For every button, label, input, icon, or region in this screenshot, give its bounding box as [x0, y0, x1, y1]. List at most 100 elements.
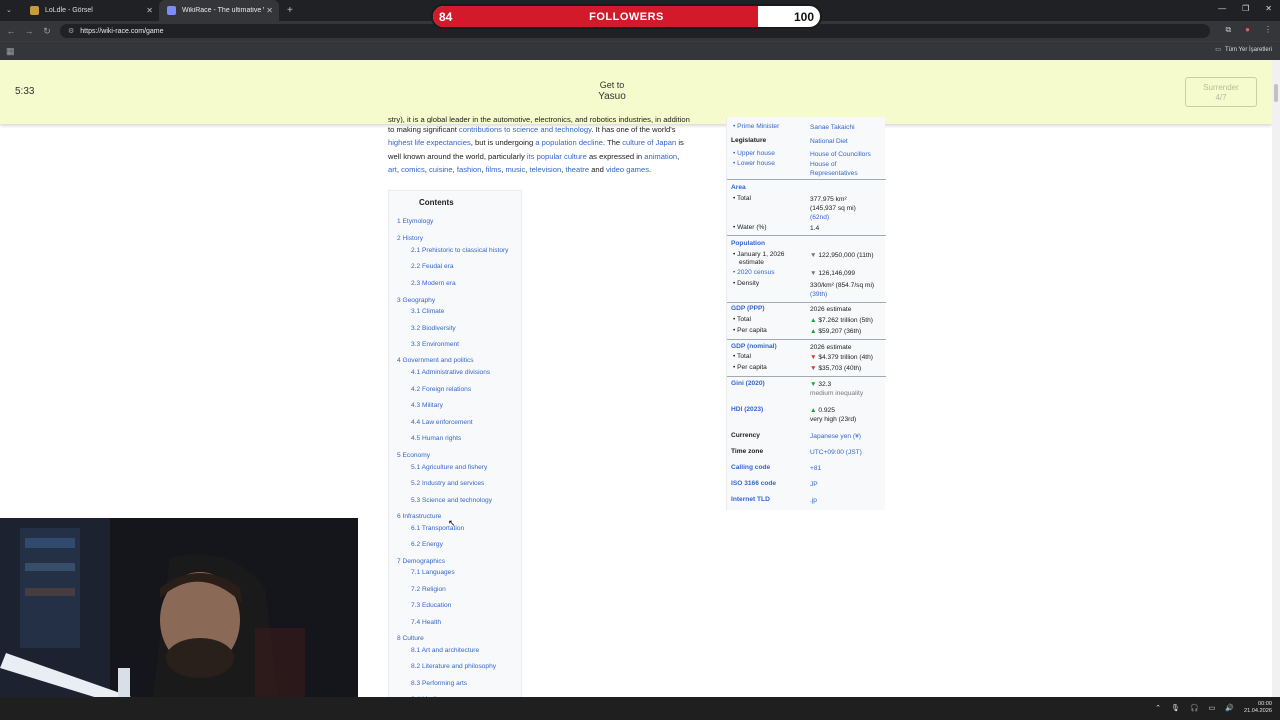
infobox-iso-value[interactable]: JP: [810, 480, 886, 489]
link-population-decline[interactable]: a population decline: [535, 138, 603, 147]
infobox-pm-value[interactable]: Sanae Takaichi: [810, 123, 886, 132]
infobox-population-heading[interactable]: Population: [731, 240, 765, 247]
toc-item[interactable]: 2 History: [397, 235, 423, 242]
infobox-upper-value[interactable]: House of Councillors: [810, 150, 886, 159]
infobox-census-label[interactable]: • 2020 census: [733, 269, 775, 276]
toc-item[interactable]: 4.5 Human rights: [411, 435, 461, 442]
infobox-area-heading[interactable]: Area: [731, 184, 746, 191]
article-link[interactable]: films: [486, 165, 502, 174]
infobox-calling-label[interactable]: Calling code: [731, 464, 770, 471]
toc-item[interactable]: 6 Infrastructure: [397, 513, 441, 520]
toc-item[interactable]: 4.4 Law enforcement: [411, 419, 473, 426]
infobox-hdi-label[interactable]: HDI (2023): [731, 406, 763, 413]
infobox-tld-label[interactable]: Internet TLD: [731, 496, 770, 503]
toc-item[interactable]: 5.2 Industry and services: [411, 480, 484, 487]
link-culture-of-japan[interactable]: culture of Japan: [622, 138, 676, 147]
article-link[interactable]: cuisine: [429, 165, 453, 174]
infobox-currency-value[interactable]: Japanese yen (¥): [810, 432, 886, 441]
article-link[interactable]: art: [388, 165, 397, 174]
infobox-gdp-nom-heading[interactable]: GDP (nominal): [731, 343, 777, 350]
article-line: well known around the world, particularl…: [388, 150, 718, 163]
back-icon[interactable]: ←: [2, 26, 20, 36]
infobox-calling-value[interactable]: +81: [810, 464, 886, 473]
close-window-icon[interactable]: ✕: [1265, 4, 1272, 13]
toc-item[interactable]: 7.3 Education: [411, 602, 451, 609]
toc-item[interactable]: 4.3 Military: [411, 402, 443, 409]
infobox-gdp-ppp-heading[interactable]: GDP (PPP): [731, 305, 765, 312]
toc-item[interactable]: 7.4 Health: [411, 619, 441, 626]
scrollbar-thumb[interactable]: [1274, 84, 1278, 102]
toc-item[interactable]: 5 Economy: [397, 452, 430, 459]
toc-item[interactable]: 4.1 Administrative divisions: [411, 369, 490, 376]
headset-icon[interactable]: 🎧: [1190, 704, 1199, 712]
infobox-tld-value[interactable]: .jp: [810, 496, 886, 505]
article-link[interactable]: video games: [606, 165, 649, 174]
article-link[interactable]: television: [530, 165, 562, 174]
link-popular-culture[interactable]: its popular culture: [527, 152, 587, 161]
article-link[interactable]: theatre: [565, 165, 589, 174]
link-contributions-science[interactable]: contributions to science and technology: [459, 125, 591, 134]
article-link[interactable]: fashion: [457, 165, 482, 174]
close-tab-icon[interactable]: ✕: [266, 6, 273, 15]
toc-item[interactable]: 1 Etymology: [397, 218, 433, 225]
article-text: .: [649, 165, 652, 175]
minimize-icon[interactable]: —: [1218, 4, 1226, 13]
infobox-tz-value[interactable]: UTC+09:00 (JST): [810, 448, 886, 457]
taskbar-clock[interactable]: 00:00 21.04.2026: [1244, 701, 1272, 715]
tab-wikirace[interactable]: WikiRace - The ultimative Wiki ✕: [159, 0, 279, 21]
toc-item[interactable]: 4.2 Foreign relations: [411, 386, 471, 393]
maximize-icon[interactable]: ❐: [1242, 4, 1249, 13]
surrender-button[interactable]: Surrender 4/7: [1185, 77, 1257, 107]
profile-icon[interactable]: ●: [1245, 25, 1250, 35]
tray-chevron-icon[interactable]: ⌃: [1155, 704, 1161, 712]
article-link[interactable]: music: [505, 165, 525, 174]
toc-item[interactable]: 4 Government and politics: [397, 357, 474, 364]
network-icon[interactable]: ▭: [1209, 704, 1216, 712]
toc-item[interactable]: 8.2 Literature and philosophy: [411, 663, 496, 670]
toc-item[interactable]: 8.1 Art and architecture: [411, 647, 479, 654]
tab-search-icon[interactable]: ⌄: [6, 6, 12, 14]
infobox-legislature-value[interactable]: National Diet: [810, 137, 886, 146]
toc-item[interactable]: 8.3 Performing arts: [411, 680, 467, 687]
toc-item[interactable]: 2.3 Modern era: [411, 280, 456, 287]
toc-item[interactable]: 2.1 Prehistoric to classical history: [411, 247, 508, 254]
toc-item[interactable]: 7.1 Languages: [411, 569, 455, 576]
infobox-pm-label[interactable]: • Prime Minister: [733, 123, 779, 130]
close-tab-icon[interactable]: ✕: [146, 6, 153, 15]
toc-item[interactable]: 5.1 Agriculture and fishery: [411, 464, 487, 471]
toc-item[interactable]: 3.1 Climate: [411, 308, 444, 315]
toc-item[interactable]: 6.1 Transportation: [411, 525, 464, 532]
toc-item[interactable]: 7 Demographics: [397, 558, 445, 565]
infobox-upper-label[interactable]: • Upper house: [733, 150, 775, 157]
site-info-icon[interactable]: ⚙: [68, 27, 74, 35]
article-link[interactable]: comics: [401, 165, 425, 174]
toc-item[interactable]: 2.2 Feudal era: [411, 263, 454, 270]
infobox-iso-label[interactable]: ISO 3166 code: [731, 480, 776, 487]
infobox-density-rank[interactable]: (39th): [810, 290, 886, 299]
reload-icon[interactable]: ↻: [38, 26, 56, 37]
link-animation[interactable]: animation: [644, 152, 677, 161]
toc-item[interactable]: 6.2 Energy: [411, 541, 443, 548]
forward-icon[interactable]: →: [20, 26, 38, 36]
volume-icon[interactable]: 🔊: [1225, 704, 1234, 712]
link-life-expectancy[interactable]: highest life expectancies: [388, 138, 471, 147]
toc-item[interactable]: 3 Geography: [397, 297, 435, 304]
tab-loldle[interactable]: LoLdle - Görsel ✕: [22, 0, 159, 21]
infobox-lower-value[interactable]: House of Representatives: [810, 160, 874, 178]
new-tab-icon[interactable]: +: [287, 5, 293, 16]
toc-item[interactable]: 3.2 Biodiversity: [411, 325, 456, 332]
infobox-gini-label[interactable]: Gini (2020): [731, 380, 765, 387]
microphone-icon[interactable]: 🎙: [1171, 704, 1180, 712]
all-bookmarks[interactable]: ▭ Tüm Yer İşaretleri: [1215, 46, 1272, 54]
infobox-lower-label[interactable]: • Lower house: [733, 160, 775, 167]
toc-item[interactable]: 3.3 Environment: [411, 341, 459, 348]
page-scrollbar[interactable]: [1272, 60, 1280, 697]
apps-icon[interactable]: ▦: [6, 46, 15, 57]
infobox-gdp-nom-pc-value: ▼ $35,703 (40th): [810, 364, 886, 373]
menu-icon[interactable]: ⋮: [1264, 25, 1272, 35]
toc-item[interactable]: 8 Culture: [397, 635, 424, 642]
toc-item[interactable]: 5.3 Science and technology: [411, 497, 492, 504]
infobox-area-rank[interactable]: (62nd): [810, 213, 886, 222]
toc-item[interactable]: 7.2 Religion: [411, 586, 446, 593]
extensions-icon[interactable]: ⧉: [1225, 25, 1231, 35]
